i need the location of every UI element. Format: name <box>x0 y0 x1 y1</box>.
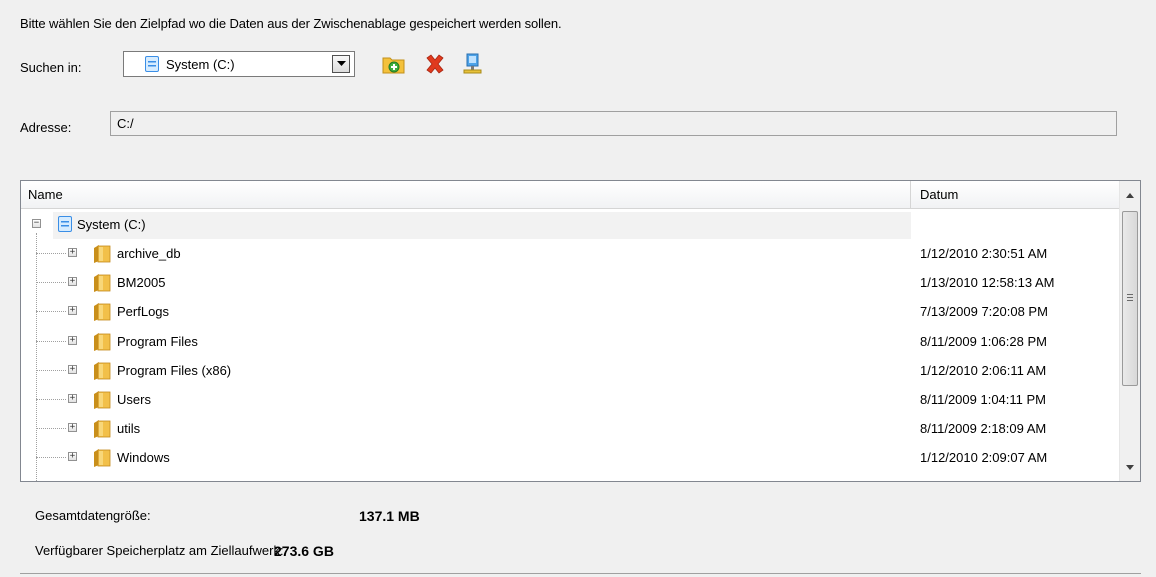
address-value: C:/ <box>117 116 134 131</box>
expand-icon[interactable]: + <box>68 277 77 287</box>
lookin-selected: System (C:) <box>166 57 235 72</box>
folder-date: 1/12/2010 2:06:11 AM <box>920 362 1047 378</box>
instruction-text: Bitte wählen Sie den Zielpfad wo die Dat… <box>20 16 562 31</box>
dropdown-arrow-button[interactable] <box>332 55 350 73</box>
folder-icon <box>94 303 111 322</box>
arrow-up-icon <box>1126 192 1134 198</box>
folder-date: 7/13/2009 7:20:08 PM <box>920 304 1048 320</box>
free-space-label: Verfügbarer Speicherplatz am Ziellaufwer… <box>35 543 284 558</box>
tree-row[interactable]: + archive_db 1/12/2010 2:30:51 AM <box>21 239 1119 268</box>
expand-icon[interactable]: + <box>68 248 77 257</box>
expand-icon[interactable]: + <box>68 306 77 316</box>
delete-button[interactable] <box>423 52 447 76</box>
tree-connector-line <box>36 399 66 400</box>
drive-icon <box>145 56 159 72</box>
drive-icon <box>58 216 72 232</box>
folder-date: 8/11/2009 2:18:09 AM <box>920 421 1047 437</box>
tree-row[interactable]: + Program Files (x86) 1/12/2010 2:06:11 AM <box>21 356 1119 385</box>
folder-icon <box>94 361 111 380</box>
tree-connector-line <box>36 282 66 284</box>
scroll-up-button[interactable] <box>1120 181 1140 209</box>
total-size-label: Gesamtdatengröße: <box>35 508 151 523</box>
folder-icon <box>94 449 111 468</box>
tree-row[interactable]: + Windows 1/12/2010 2:09:07 AM <box>21 443 1119 472</box>
tree-root-label: System (C:) <box>77 217 146 232</box>
tree-connector-line <box>36 457 66 459</box>
folder-date: 1/12/2010 2:30:51 AM <box>920 246 1048 261</box>
folder-name: utils <box>117 421 141 437</box>
tree-row[interactable]: + Program Files 8/11/2009 1:06:28 PM <box>21 327 1119 356</box>
total-size-value: 137.1 MB <box>359 508 420 524</box>
column-header-name[interactable]: Name <box>21 181 911 208</box>
column-header-name-label: Name <box>28 187 63 202</box>
folder-date: 1/12/2010 2:09:07 AM <box>920 450 1048 466</box>
network-drive-icon <box>463 53 482 74</box>
folder-name: PerfLogs <box>117 304 170 320</box>
scroll-thumb[interactable] <box>1122 211 1138 386</box>
expand-icon[interactable]: + <box>68 364 77 374</box>
folder-icon <box>94 332 111 351</box>
grip-line <box>1127 300 1133 301</box>
folder-name: Program Files <box>117 333 198 349</box>
tree-connector-line <box>36 340 66 342</box>
column-header-date-label: Datum <box>920 187 959 202</box>
divider <box>20 573 1141 574</box>
folder-tree[interactable]: Name Datum − System (C:) + archive_db 1/12… <box>20 180 1141 482</box>
tree-connector-line <box>36 369 66 371</box>
tree-connector-line <box>36 311 66 313</box>
expand-icon[interactable]: + <box>68 423 77 433</box>
lookin-combobox[interactable]: System (C:) <box>123 51 355 77</box>
column-header-date[interactable]: Datum <box>911 181 1119 208</box>
tree-row[interactable]: + utils 8/11/2009 2:18:09 AM <box>21 414 1119 443</box>
folder-date: 8/11/2009 1:06:28 PM <box>920 333 1047 349</box>
folder-name: Windows <box>117 450 170 466</box>
collapse-icon[interactable]: − <box>32 219 41 228</box>
tree-connector-line <box>36 428 66 430</box>
lookin-label: Suchen in: <box>20 60 82 75</box>
folder-date: 1/13/2010 12:58:13 AM <box>920 275 1055 291</box>
new-folder-icon <box>382 57 405 74</box>
grip-line <box>1127 297 1133 298</box>
tree-root-row[interactable]: − System (C:) <box>21 210 1119 239</box>
scroll-down-button[interactable] <box>1120 453 1140 481</box>
tree-connector-line <box>36 253 66 254</box>
address-field[interactable]: C:/ <box>110 111 1117 136</box>
folder-icon <box>94 391 111 409</box>
folder-icon <box>94 274 111 293</box>
folder-icon <box>94 245 111 263</box>
folder-name: archive_db <box>117 246 181 261</box>
expand-icon[interactable]: + <box>68 335 77 345</box>
tree-row[interactable]: + BM2005 1/13/2010 12:58:13 AM <box>21 268 1119 297</box>
free-space-value: 273.6 GB <box>274 543 334 559</box>
folder-date: 8/11/2009 1:04:11 PM <box>920 392 1047 407</box>
expand-icon[interactable]: + <box>68 394 77 403</box>
new-folder-button[interactable] <box>382 52 406 76</box>
chevron-down-icon <box>336 61 346 66</box>
arrow-down-icon <box>1126 464 1134 470</box>
tree-row[interactable]: + PerfLogs 7/13/2009 7:20:08 PM <box>21 297 1119 326</box>
network-drive-button[interactable] <box>460 52 484 76</box>
address-label: Adresse: <box>20 120 72 135</box>
column-header: Name Datum <box>21 181 1119 209</box>
tree-row[interactable]: + Users 8/11/2009 1:04:11 PM <box>21 385 1119 414</box>
grip-line <box>1127 294 1133 295</box>
folder-name: Users <box>117 392 151 407</box>
folder-icon <box>94 420 111 439</box>
folder-name: Program Files (x86) <box>117 362 232 378</box>
expand-icon[interactable]: + <box>68 452 77 462</box>
folder-name: BM2005 <box>117 275 166 291</box>
delete-icon <box>426 54 444 74</box>
vertical-scrollbar[interactable] <box>1119 181 1140 481</box>
